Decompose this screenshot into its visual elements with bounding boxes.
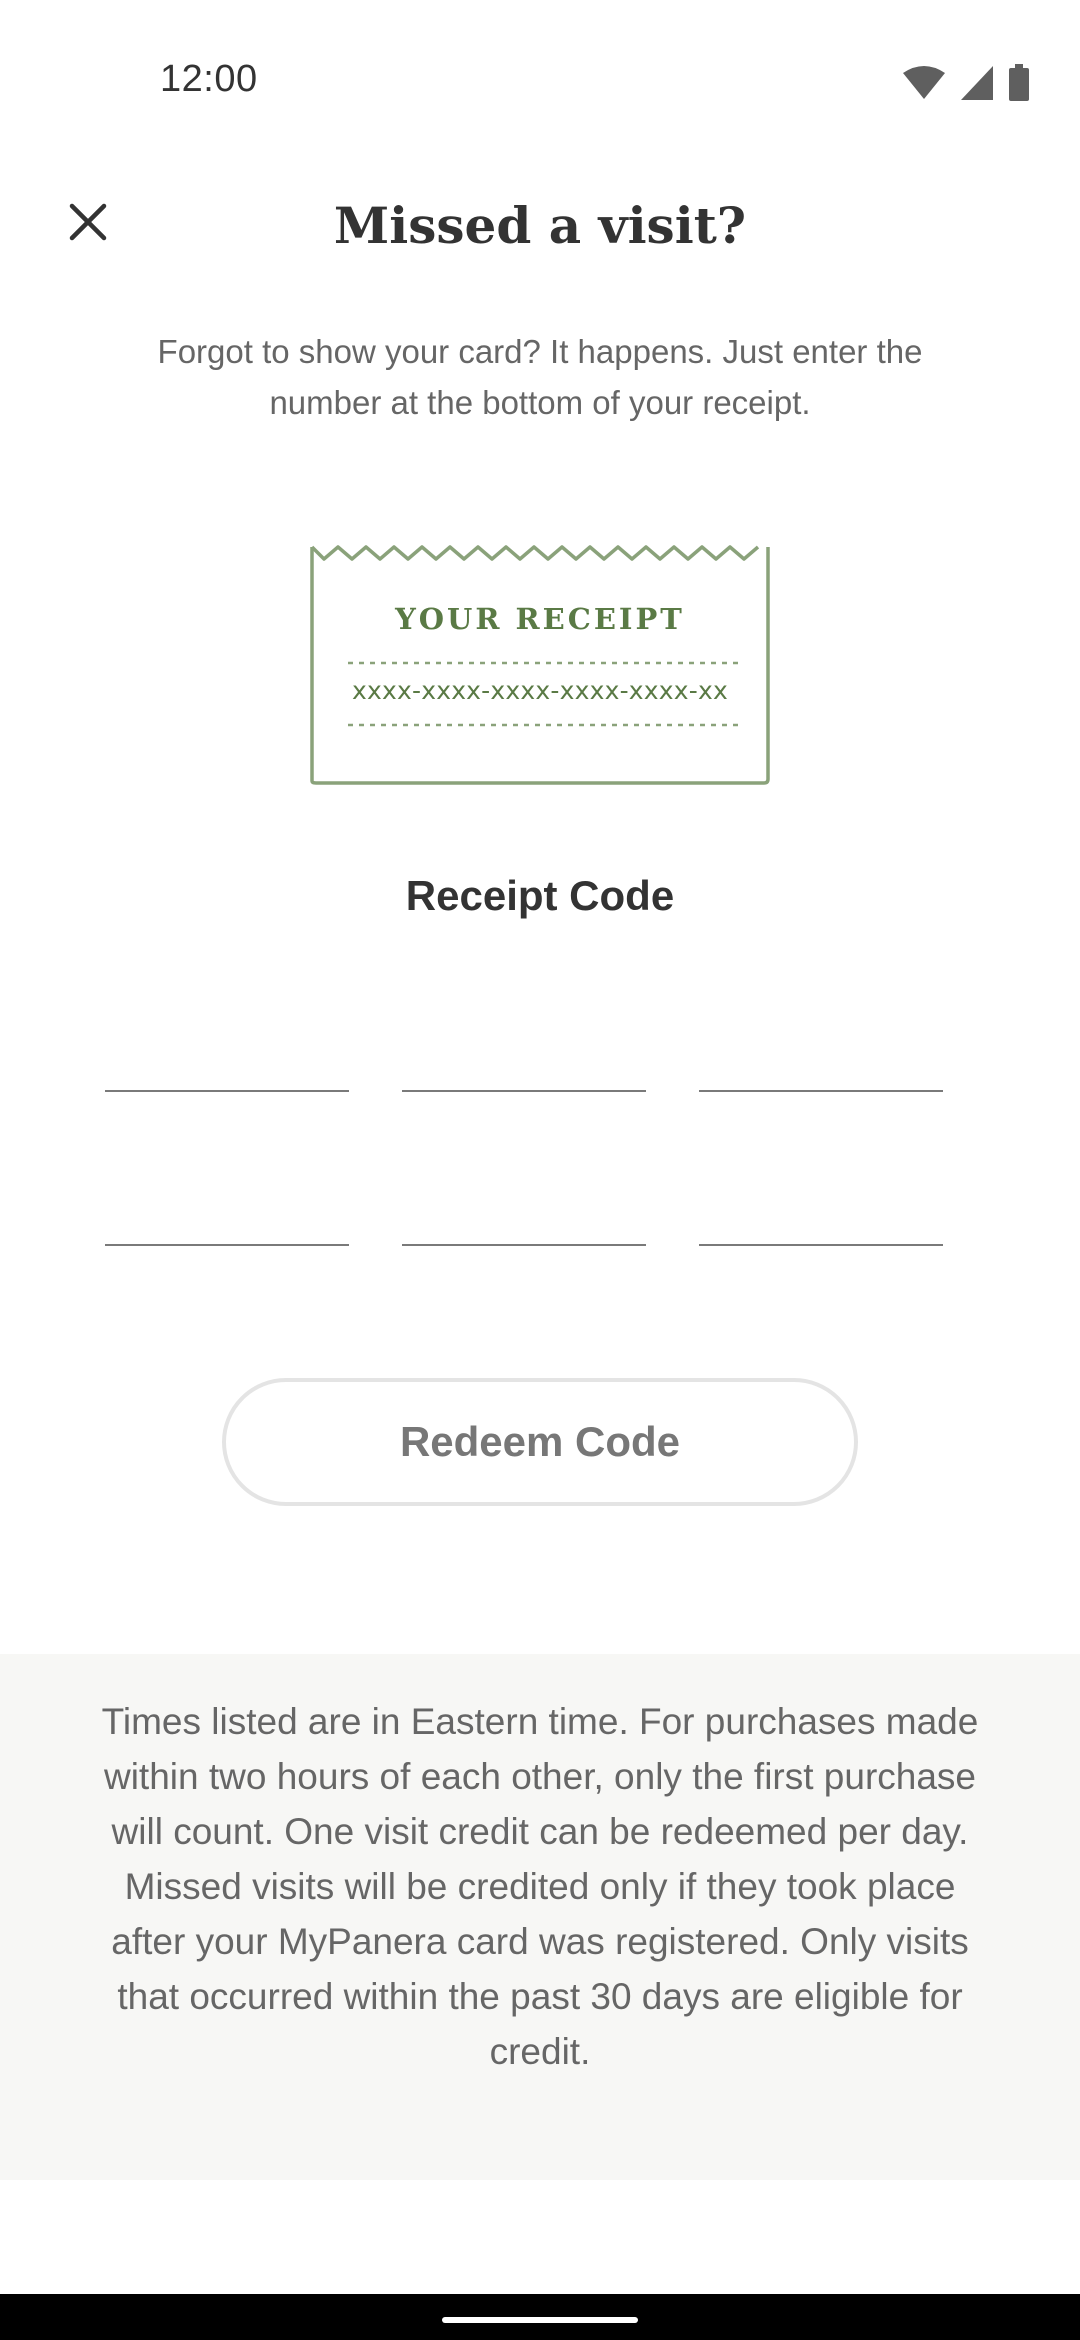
receipt-illustration xyxy=(310,545,770,785)
wifi-icon xyxy=(903,66,945,99)
receipt-code-field-1[interactable] xyxy=(105,1020,349,1092)
system-navigation-bar xyxy=(0,2294,1080,2340)
status-bar: 12:00 xyxy=(0,0,1080,120)
cellular-signal-icon xyxy=(961,66,993,100)
home-indicator[interactable] xyxy=(442,2317,638,2323)
page-title: Missed a visit? xyxy=(333,196,747,255)
receipt-code-field-4[interactable] xyxy=(105,1174,349,1246)
status-icons xyxy=(902,64,1030,102)
redeem-code-button[interactable]: Redeem Code xyxy=(222,1378,858,1506)
receipt-code-label: Receipt Code xyxy=(405,872,675,919)
battery-icon xyxy=(1009,64,1029,101)
receipt-illustration-title: YOUR RECEIPT xyxy=(395,602,685,636)
disclaimer-panel: Times listed are in Eastern time. For pu… xyxy=(0,1654,1080,2180)
receipt-code-field-3[interactable] xyxy=(699,1020,943,1092)
receipt-code-field-6[interactable] xyxy=(699,1174,943,1246)
status-time: 12:00 xyxy=(160,58,258,100)
receipt-code-field-5[interactable] xyxy=(402,1174,646,1246)
receipt-code-field-2[interactable] xyxy=(402,1020,646,1092)
disclaimer-text: Times listed are in Eastern time. For pu… xyxy=(101,1701,979,2072)
intro-text: Forgot to show your card? It happens. Ju… xyxy=(157,333,923,421)
receipt-illustration-code: xxxx-xxxx-xxxx-xxxx-xxxx-xx xyxy=(352,676,728,705)
